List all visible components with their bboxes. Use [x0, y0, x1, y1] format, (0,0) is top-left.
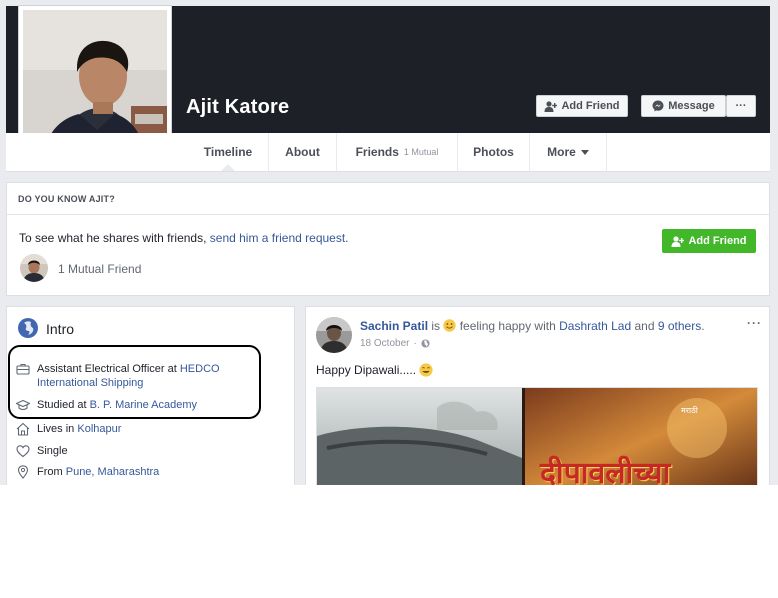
- intro-title: Intro: [46, 321, 75, 337]
- post-feeling: feeling happy with: [456, 319, 560, 333]
- post-time-text[interactable]: 18 October: [360, 338, 409, 349]
- mutual-friend-avatar[interactable]: [20, 254, 48, 282]
- tab-friends-count: 1 Mutual: [403, 147, 439, 157]
- profile-name: Ajit Katore: [186, 96, 290, 118]
- post-period: .: [701, 319, 705, 333]
- smiley-emoji-icon: [443, 319, 457, 332]
- friend-request-prompt: To see what he shares with friends, send…: [19, 231, 349, 245]
- intro-relationship: Single: [16, 444, 68, 458]
- city-link[interactable]: Kolhapur: [77, 423, 121, 435]
- heart-icon: [16, 445, 30, 458]
- post-image-tag: मराठी: [681, 406, 698, 415]
- post-options-button[interactable]: ···: [747, 316, 762, 330]
- do-you-know-heading: DO YOU KNOW AJIT?: [18, 194, 115, 204]
- send-friend-request-link[interactable]: send him a friend request.: [210, 231, 349, 245]
- add-friend-icon: [671, 235, 685, 247]
- globe-icon: [18, 318, 38, 338]
- lives-prefix: Lives in: [37, 423, 78, 435]
- post-and: and: [631, 319, 658, 333]
- post-time-separator: ·: [413, 338, 417, 349]
- profile-page: Ajit Katore Add Friend Message ··· Timel…: [0, 0, 778, 485]
- tab-photos[interactable]: Photos: [458, 133, 530, 171]
- post-photo: [317, 388, 757, 485]
- mutual-friend-count[interactable]: 1 Mutual Friend: [58, 262, 141, 276]
- from-prefix: From: [37, 466, 66, 478]
- tagged-others-link[interactable]: 9 others: [658, 319, 701, 333]
- active-tab-indicator: [221, 164, 235, 171]
- intro-from-text: From Pune, Maharashtra: [37, 465, 159, 479]
- intro-from: From Pune, Maharashtra: [16, 465, 159, 479]
- add-friend-green-label: Add Friend: [688, 235, 747, 247]
- prompt-text: To see what he shares with friends,: [19, 231, 210, 245]
- tab-more-label: More: [547, 145, 576, 159]
- post-image[interactable]: [316, 387, 758, 485]
- post-author-avatar[interactable]: [316, 317, 352, 353]
- tab-friends[interactable]: Friends 1 Mutual: [337, 133, 458, 171]
- tab-about-label: About: [285, 145, 320, 159]
- more-options-label: ···: [735, 100, 747, 112]
- tab-timeline-label: Timeline: [203, 145, 253, 159]
- post-is: is: [428, 319, 444, 333]
- tagged-friend-link[interactable]: Dashrath Lad: [559, 319, 631, 333]
- chevron-down-icon: [580, 149, 589, 155]
- intro-lives: Lives in Kolhapur: [16, 422, 121, 436]
- home-icon: [16, 422, 30, 436]
- add-friend-button[interactable]: Add Friend: [536, 95, 628, 117]
- post-timestamp: 18 October ·: [360, 338, 430, 349]
- post-body: Happy Dipawali.....: [316, 363, 433, 377]
- message-button[interactable]: Message: [641, 95, 726, 117]
- divider: [7, 214, 769, 215]
- smile-emoji-icon: [419, 363, 433, 377]
- highlight-annotation: [8, 345, 261, 419]
- tab-more[interactable]: More: [530, 133, 607, 171]
- message-label: Message: [668, 100, 715, 112]
- tab-about[interactable]: About: [269, 133, 337, 171]
- tab-friends-label: Friends: [355, 145, 399, 159]
- hometown-link[interactable]: Pune, Maharashtra: [66, 466, 160, 478]
- post-image-caption: दीपावलीच्या: [540, 456, 671, 485]
- messenger-icon: [652, 100, 664, 112]
- intro-lives-text: Lives in Kolhapur: [37, 422, 121, 436]
- more-options-button[interactable]: ···: [726, 95, 756, 117]
- add-friend-green-button[interactable]: Add Friend: [662, 229, 756, 253]
- relationship-status: Single: [37, 445, 68, 457]
- public-globe-icon: [421, 339, 430, 348]
- post-author-link[interactable]: Sachin Patil: [360, 319, 428, 333]
- location-pin-icon: [17, 465, 29, 479]
- tab-photos-label: Photos: [473, 145, 514, 159]
- avatar-image: [20, 254, 48, 282]
- author-avatar-image: [316, 317, 352, 353]
- post-message: Happy Dipawali.....: [316, 363, 417, 377]
- add-friend-label: Add Friend: [561, 100, 620, 112]
- post-header: Sachin Patil is feeling happy with Dashr…: [360, 319, 705, 333]
- add-friend-icon: [544, 100, 558, 112]
